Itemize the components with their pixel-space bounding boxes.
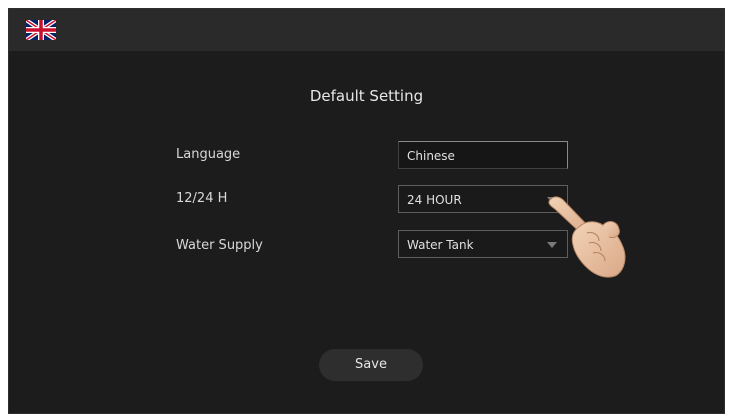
- page-title: Default Setting: [309, 87, 424, 105]
- uk-flag-icon[interactable]: [26, 20, 56, 40]
- time-format-value: 24 HOUR: [407, 193, 462, 207]
- top-bar: [9, 9, 724, 51]
- language-label: Language: [176, 147, 241, 162]
- language-field[interactable]: Chinese: [398, 141, 568, 169]
- time-format-label: 12/24 H: [176, 191, 228, 206]
- water-supply-value: Water Tank: [407, 238, 474, 252]
- save-button[interactable]: Save: [319, 349, 423, 381]
- device-screen: Default Setting Language Chinese 12/24 H…: [8, 8, 725, 414]
- pointing-hand-icon: [548, 196, 626, 278]
- water-supply-label: Water Supply: [176, 238, 263, 253]
